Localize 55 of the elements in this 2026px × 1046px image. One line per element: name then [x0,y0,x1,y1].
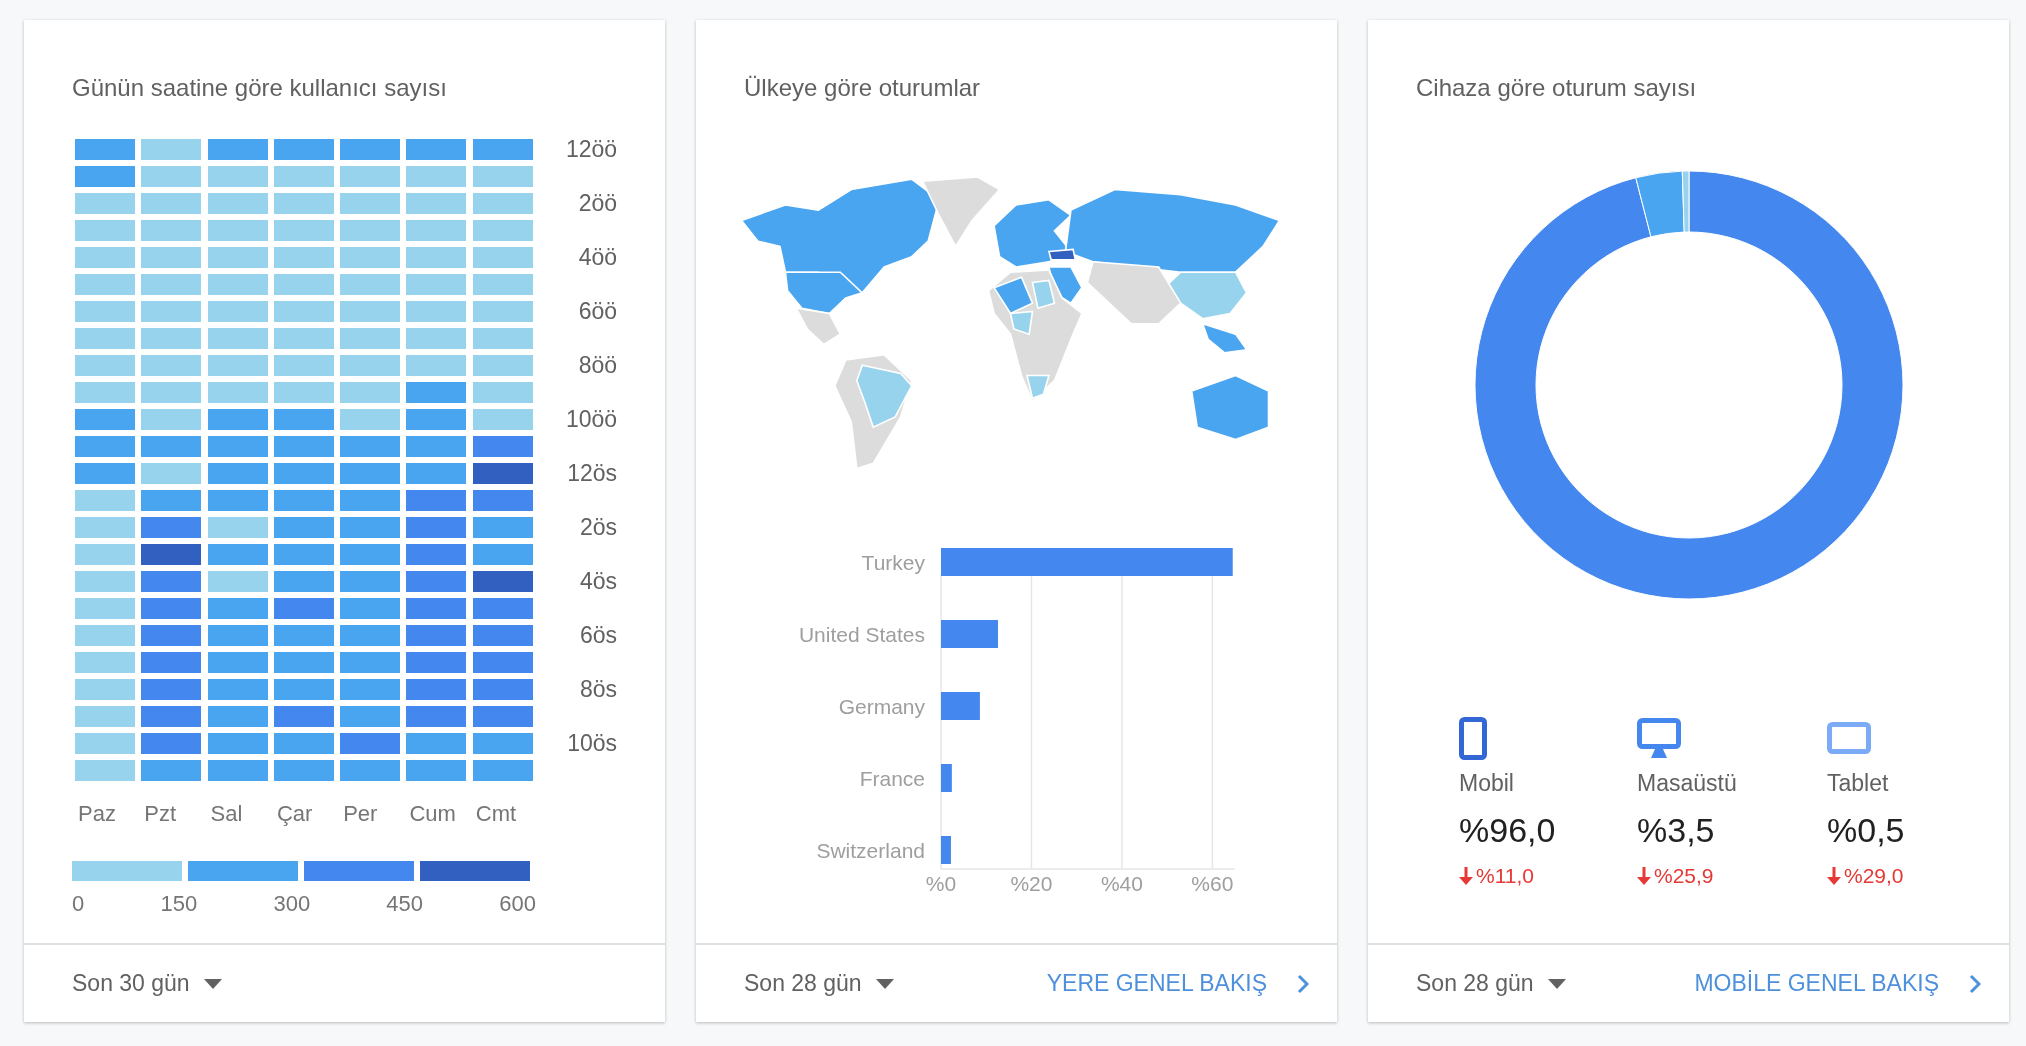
hour-label: 4ös [579,571,618,592]
card-title: Cihaza göre oturum sayısı [1416,73,1698,103]
period-dropdown[interactable]: Son 28 gün [1416,970,1566,997]
chevron-right-icon [1969,973,1981,994]
period-dropdown[interactable]: Son 28 gün [744,970,894,997]
country-label: United States [798,623,925,646]
axis-tick-label: %40 [1100,872,1143,895]
hour-label: 8ös [579,679,618,700]
dropdown-caret-icon [1547,978,1566,989]
hour-label: 8öö [577,355,618,376]
dropdown-caret-icon [203,978,222,989]
device-share: %3,5 [1637,811,1715,850]
device-label: Tablet [1827,770,1889,797]
hour-label: 2öö [577,193,618,214]
legend-label: 450 [386,891,424,917]
legend-label: 0 [72,891,85,917]
device-share: %0,5 [1827,811,1905,850]
hour-label: 6öö [577,301,618,322]
day-label: Paz [77,801,117,827]
hour-label: 12ös [566,463,618,484]
change-value: %11,0 [1476,864,1534,888]
axis-tick-label: %0 [925,872,957,895]
hour-label: 10öö [564,409,618,430]
overview-link[interactable]: YERE GENEL BAKIŞ [1046,970,1309,997]
hour-label: 10ös [566,733,618,754]
overview-link[interactable]: MOBİLE GENEL BAKIŞ [1694,970,1981,997]
hour-label: 12öö [564,139,618,160]
axis-tick-label: %20 [1010,872,1053,895]
card-title: Ülkeye göre oturumlar [744,73,982,103]
hour-label: 4öö [577,247,618,268]
period-dropdown[interactable]: Son 30 gün [72,970,222,997]
device-share: %96,0 [1459,811,1556,850]
device-label: Masaüstü [1637,770,1737,797]
country-label: Switzerland [816,839,925,862]
card-title: Günün saatine göre kullanıcı sayısı [72,73,448,103]
day-label: Per [342,801,379,827]
axis-tick-label: %60 [1191,872,1234,895]
hour-label: 6ös [579,625,618,646]
dropdown-caret-icon [875,978,894,989]
day-label: Cum [408,801,457,827]
legend-label: 300 [273,891,311,917]
day-label: Cmt [474,801,518,827]
day-label: Pzt [143,801,178,827]
change-value: %25,9 [1654,864,1714,888]
country-label: Turkey [861,551,925,574]
day-label: Sal [209,801,244,827]
hour-label: 2ös [579,517,618,538]
country-label: Germany [838,695,925,718]
day-label: Çar [275,801,314,827]
change-value: %29,0 [1844,864,1904,888]
legend-label: 150 [160,891,198,917]
chevron-right-icon [1297,973,1309,994]
country-label: France [859,767,925,790]
device-label: Mobil [1459,770,1514,797]
legend-label: 600 [499,891,536,917]
